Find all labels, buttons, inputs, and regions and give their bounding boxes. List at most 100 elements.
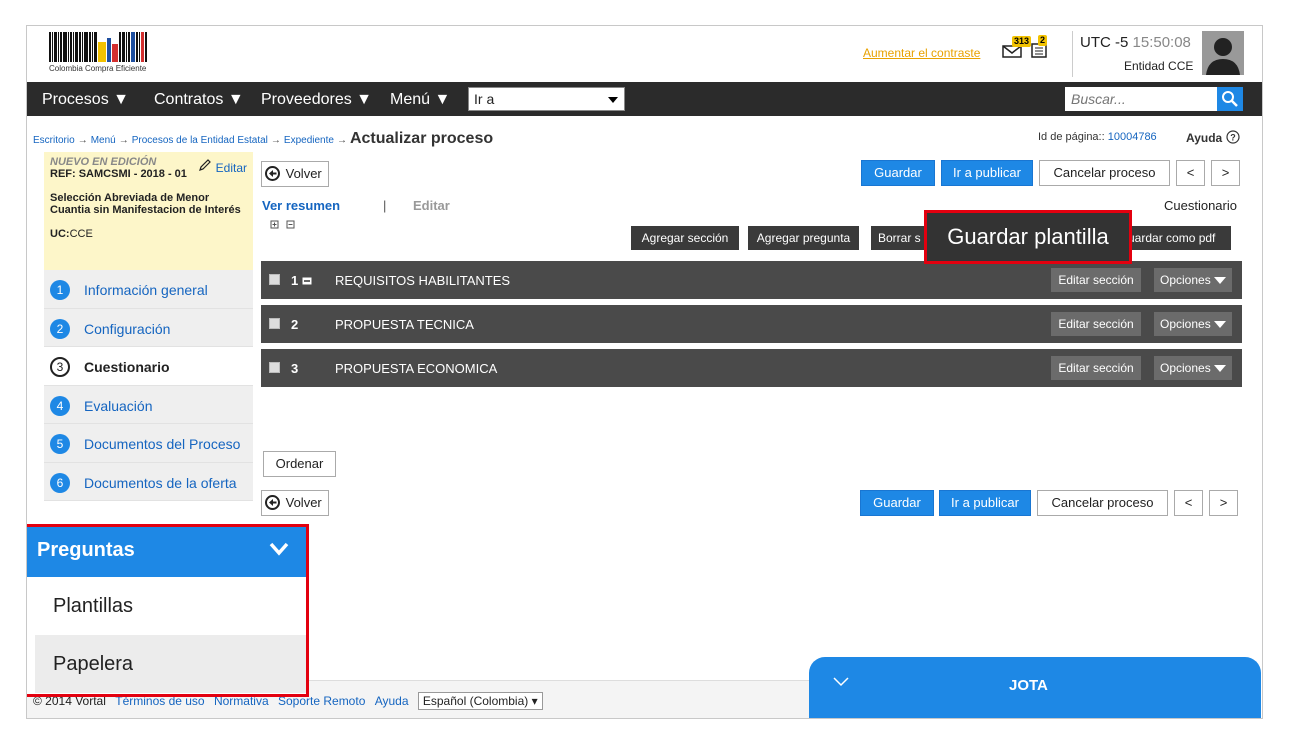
tab-editar[interactable]: Editar: [413, 198, 450, 213]
options-label: Opciones: [1160, 273, 1211, 287]
caret-down-icon: [1214, 365, 1226, 372]
options-label: Opciones: [1160, 361, 1211, 375]
step-label: Evaluación: [84, 397, 153, 414]
step-label: Documentos del Proceso: [84, 436, 241, 452]
edit-section-button[interactable]: Editar sección: [1051, 312, 1141, 336]
mail-count-badge: 313: [1012, 36, 1032, 47]
notification-doc-icon[interactable]: 2: [1030, 35, 1048, 58]
caret-down-icon: [1214, 321, 1226, 328]
search-icon: [1222, 91, 1238, 107]
step-number: 5: [50, 434, 70, 454]
search-button[interactable]: [1217, 87, 1243, 111]
help-label: Ayuda: [1186, 131, 1223, 145]
add-question-button[interactable]: Agregar pregunta: [748, 226, 859, 250]
section-title: PROPUESTA ECONOMICA: [335, 361, 498, 376]
section-row: 3 PROPUESTA ECONOMICA Editar sección Opc…: [261, 349, 1242, 387]
breadcrumb-arrow: →: [270, 135, 281, 146]
chat-title: JOTA: [1009, 677, 1048, 694]
section-options-button[interactable]: Opciones: [1154, 356, 1232, 380]
prev-button-bottom[interactable]: <: [1174, 490, 1203, 516]
cancel-process-button-top[interactable]: Cancelar proceso: [1039, 160, 1170, 186]
page-title: Actualizar proceso: [349, 130, 494, 147]
process-edit-label: Editar: [215, 161, 247, 175]
prev-button-top[interactable]: <: [1176, 160, 1205, 186]
breadcrumb-menu[interactable]: Menú: [91, 135, 116, 146]
expand-collapse-all[interactable]: [270, 220, 300, 233]
preguntas-dropdown-header[interactable]: Preguntas: [27, 527, 306, 577]
back-button-top[interactable]: Volver: [261, 161, 329, 187]
footer-link-ayuda[interactable]: Ayuda: [375, 694, 409, 708]
edit-section-button[interactable]: Editar sección: [1051, 268, 1141, 292]
breadcrumb-procesos[interactable]: Procesos de la Entidad Estatal: [132, 135, 268, 146]
breadcrumb-escritorio[interactable]: Escritorio: [33, 135, 75, 146]
uc-value: CCE: [69, 228, 93, 240]
search-input[interactable]: [1065, 87, 1217, 111]
section-checkbox[interactable]: [269, 362, 280, 373]
clock-time: 15:50:08: [1132, 34, 1191, 51]
back-label: Volver: [285, 495, 322, 510]
section-options-button[interactable]: Opciones: [1154, 268, 1232, 292]
process-edit-link[interactable]: Editar: [198, 158, 247, 175]
section-number-text: 1: [291, 273, 299, 288]
breadcrumb-expediente[interactable]: Expediente: [284, 135, 334, 146]
save-button-bottom[interactable]: Guardar: [860, 490, 934, 516]
colombia-compra-logo[interactable]: Colombia Compra Eficiente: [49, 32, 177, 76]
user-avatar-icon[interactable]: [1202, 31, 1244, 75]
language-select[interactable]: Español (Colombia) ▾: [417, 692, 543, 710]
tab-ver-resumen[interactable]: Ver resumen: [262, 198, 340, 213]
page-id-value[interactable]: 10004786: [1108, 131, 1157, 143]
nav-contratos[interactable]: Contratos ▼: [154, 91, 244, 109]
chevron-down-icon[interactable]: [833, 677, 849, 687]
dropdown-title: Preguntas: [37, 539, 135, 561]
mail-icon[interactable]: 313: [1002, 36, 1032, 58]
dropdown-item-papelera[interactable]: Papelera: [35, 635, 306, 693]
save-template-tooltip[interactable]: Guardar plantilla: [924, 210, 1132, 264]
process-uc: UC:CCE: [50, 228, 247, 240]
clock: UTC -5 15:50:08: [1080, 34, 1191, 51]
edit-section-button[interactable]: Editar sección: [1051, 356, 1141, 380]
next-button-top[interactable]: >: [1211, 160, 1240, 186]
section-title: PROPUESTA TECNICA: [335, 317, 474, 332]
jota-chat-widget[interactable]: JOTA: [809, 657, 1261, 718]
pencil-icon: [199, 159, 212, 171]
section-checkbox[interactable]: [269, 318, 280, 329]
breadcrumb-arrow: →: [77, 135, 88, 146]
nav-menu[interactable]: Menú ▼: [390, 91, 450, 109]
barcode-logo-icon: [49, 32, 177, 62]
help-link[interactable]: Ayuda ?: [1186, 130, 1240, 145]
goto-value: Ir a: [474, 91, 495, 107]
next-button-bottom[interactable]: >: [1209, 490, 1238, 516]
publish-button-top[interactable]: Ir a publicar: [941, 160, 1033, 186]
step-informacion-general[interactable]: 1 Información general: [44, 270, 253, 309]
order-button[interactable]: Ordenar: [263, 451, 336, 477]
process-description: Selección Abreviada de Menor Cuantia sin…: [50, 192, 241, 216]
uc-label: UC:: [50, 228, 70, 240]
add-section-button[interactable]: Agregar sección: [631, 226, 739, 250]
back-button-bottom[interactable]: Volver: [261, 490, 329, 516]
preguntas-dropdown: Preguntas Plantillas Papelera: [27, 524, 309, 697]
nav-procesos[interactable]: Procesos ▼: [42, 91, 129, 109]
section-number: 2: [291, 317, 299, 332]
save-button-top[interactable]: Guardar: [861, 160, 935, 186]
step-configuracion[interactable]: 2 Configuración: [44, 308, 253, 347]
breadcrumb-arrow: →: [118, 135, 129, 146]
tab-separator: |: [383, 198, 387, 213]
save-pdf-button[interactable]: uardar como pdf: [1125, 226, 1231, 250]
step-documentos-oferta[interactable]: 6 Documentos de la oferta: [44, 462, 253, 501]
cancel-process-button-bottom[interactable]: Cancelar proceso: [1037, 490, 1168, 516]
section-options-button[interactable]: Opciones: [1154, 312, 1232, 336]
step-documentos-proceso[interactable]: 5 Documentos del Proceso: [44, 424, 253, 463]
publish-button-bottom[interactable]: Ir a publicar: [939, 490, 1031, 516]
svg-text:?: ?: [1230, 133, 1236, 143]
step-cuestionario[interactable]: 3 Cuestionario: [44, 347, 253, 386]
step-evaluacion[interactable]: 4 Evaluación: [44, 385, 253, 424]
section-number: 1: [291, 273, 312, 288]
options-label: Opciones: [1160, 317, 1211, 331]
dropdown-item-plantillas[interactable]: Plantillas: [27, 577, 306, 635]
increase-contrast-link[interactable]: Aumentar el contraste: [863, 46, 980, 60]
chevron-down-icon: [269, 542, 289, 556]
section-checkbox[interactable]: [269, 274, 280, 285]
nav-proveedores[interactable]: Proveedores ▼: [261, 91, 372, 109]
collapse-icon[interactable]: [302, 277, 312, 285]
goto-select[interactable]: Ir a: [468, 87, 625, 111]
